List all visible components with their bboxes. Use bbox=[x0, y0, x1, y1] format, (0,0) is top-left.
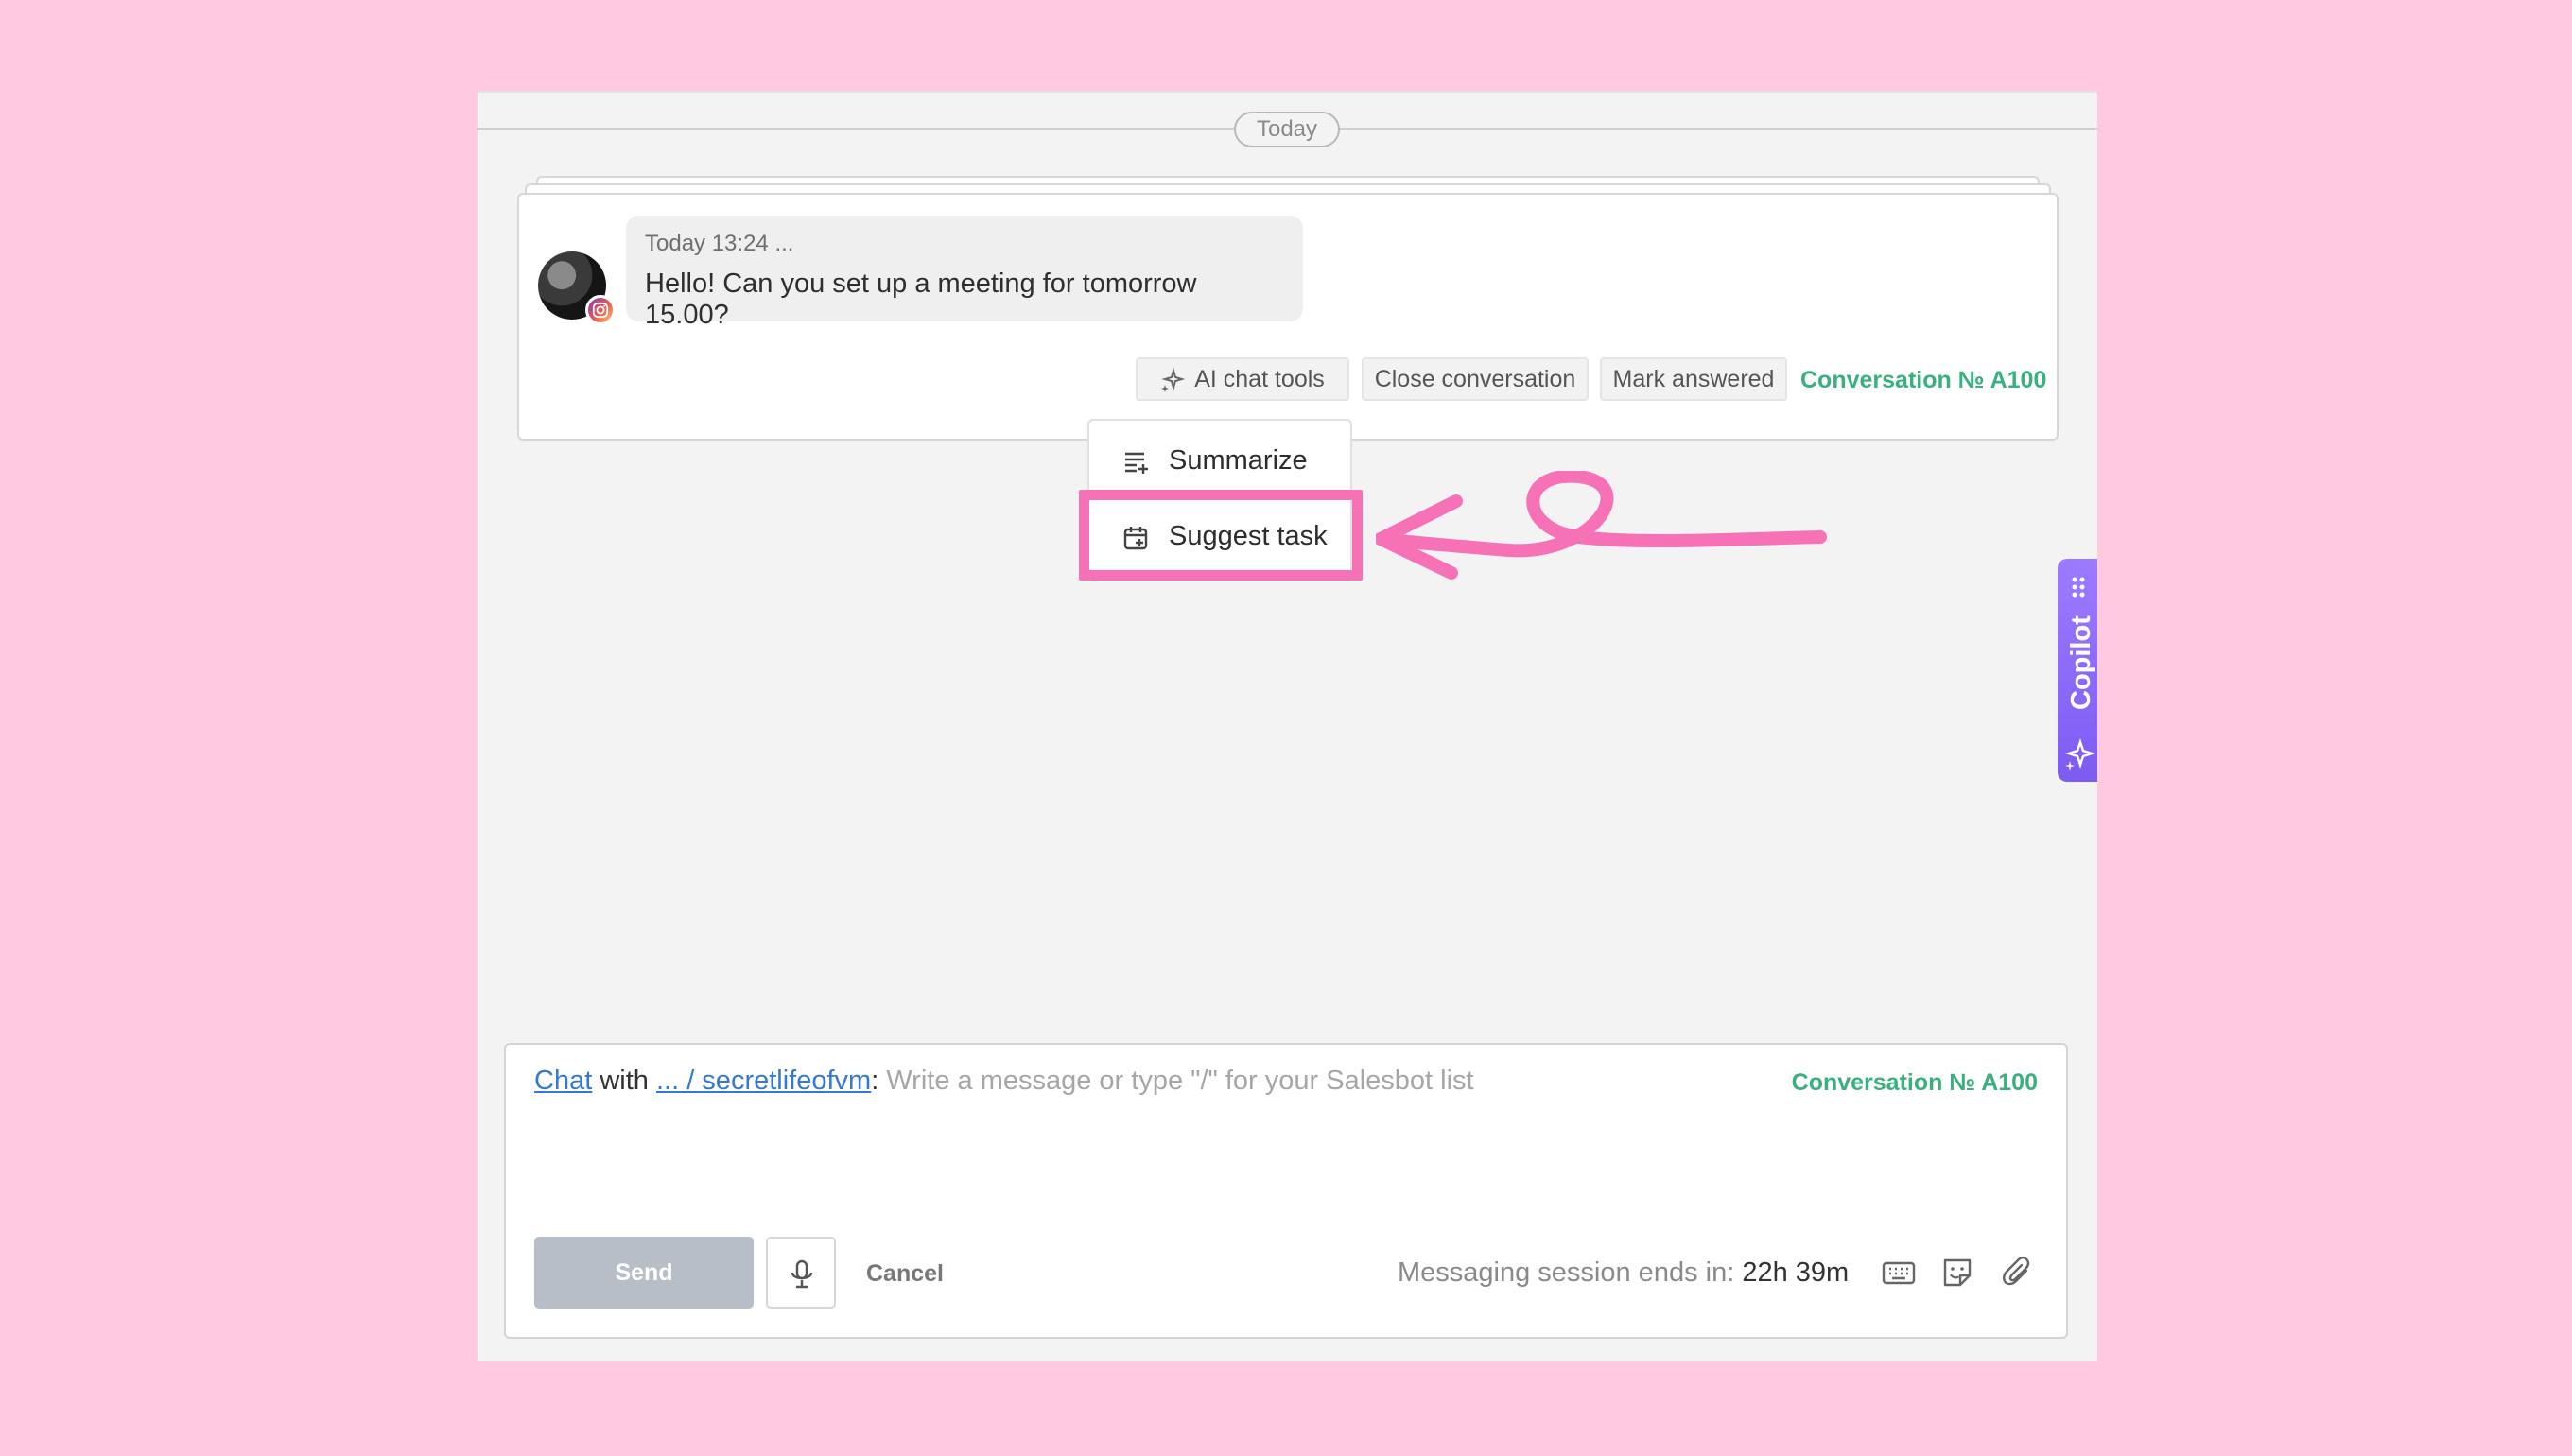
microphone-icon bbox=[791, 1259, 813, 1289]
instagram-icon bbox=[585, 295, 616, 325]
annotation-arrow bbox=[1376, 471, 1827, 580]
ai-chat-tools-label: AI chat tools bbox=[1194, 366, 1325, 392]
voice-message-button[interactable] bbox=[766, 1237, 836, 1309]
sparkle-icon bbox=[2065, 738, 2095, 771]
chat-panel: Today Today 13:24 ... Hello! Can you set… bbox=[478, 91, 2097, 1361]
contact-link[interactable]: ... / secretlifeofvm bbox=[656, 1066, 871, 1096]
colon-text: : bbox=[871, 1066, 879, 1096]
chat-type-link[interactable]: Chat bbox=[534, 1066, 592, 1096]
menu-item-summarize[interactable]: Summarize bbox=[1089, 428, 1354, 494]
composer-conversation-link[interactable]: Conversation № A100 bbox=[1792, 1069, 2038, 1097]
menu-item-summarize-label: Summarize bbox=[1169, 445, 1308, 476]
cancel-button[interactable]: Cancel bbox=[866, 1260, 944, 1288]
ai-chat-tools-button[interactable]: AI chat tools bbox=[1136, 357, 1349, 401]
send-button[interactable]: Send bbox=[534, 1237, 754, 1309]
keyboard-icon[interactable] bbox=[1881, 1255, 1917, 1291]
session-timer: Messaging session ends in: 22h 39m bbox=[1398, 1257, 1849, 1289]
composer-placeholder: Write a message or type "/" for your Sal… bbox=[886, 1066, 1474, 1096]
message-card: Today 13:24 ... Hello! Can you set up a … bbox=[517, 193, 2059, 441]
attachment-icon[interactable] bbox=[2000, 1255, 2036, 1291]
mark-answered-button[interactable]: Mark answered bbox=[1600, 357, 1787, 401]
message-time[interactable]: Today 13:24 ... bbox=[645, 231, 1284, 257]
session-label: Messaging session ends in: bbox=[1398, 1257, 1735, 1288]
sparkle-icon bbox=[1161, 368, 1186, 393]
composer-input[interactable]: Chat with ... / secretlifeofvm: Write a … bbox=[534, 1066, 1474, 1097]
with-text: with bbox=[600, 1066, 649, 1096]
drag-handle-icon[interactable] bbox=[2071, 576, 2086, 598]
message-bubble: Today 13:24 ... Hello! Can you set up a … bbox=[626, 216, 1303, 330]
message-text: Hello! Can you set up a meeting for tomo… bbox=[645, 269, 1197, 330]
copilot-tab[interactable]: Copilot bbox=[2058, 559, 2097, 782]
day-divider-label: Today bbox=[1234, 112, 1340, 147]
close-conversation-button[interactable]: Close conversation bbox=[1362, 357, 1589, 401]
session-value: 22h 39m bbox=[1742, 1257, 1850, 1288]
message-composer: Chat with ... / secretlifeofvm: Write a … bbox=[504, 1043, 2068, 1339]
annotation-highlight-box bbox=[1079, 490, 1363, 581]
copilot-label: Copilot bbox=[2066, 615, 2096, 710]
sticker-icon[interactable] bbox=[1939, 1255, 1975, 1291]
summarize-icon bbox=[1125, 452, 1148, 474]
conversation-number-link[interactable]: Conversation № A100 bbox=[1800, 367, 2046, 394]
